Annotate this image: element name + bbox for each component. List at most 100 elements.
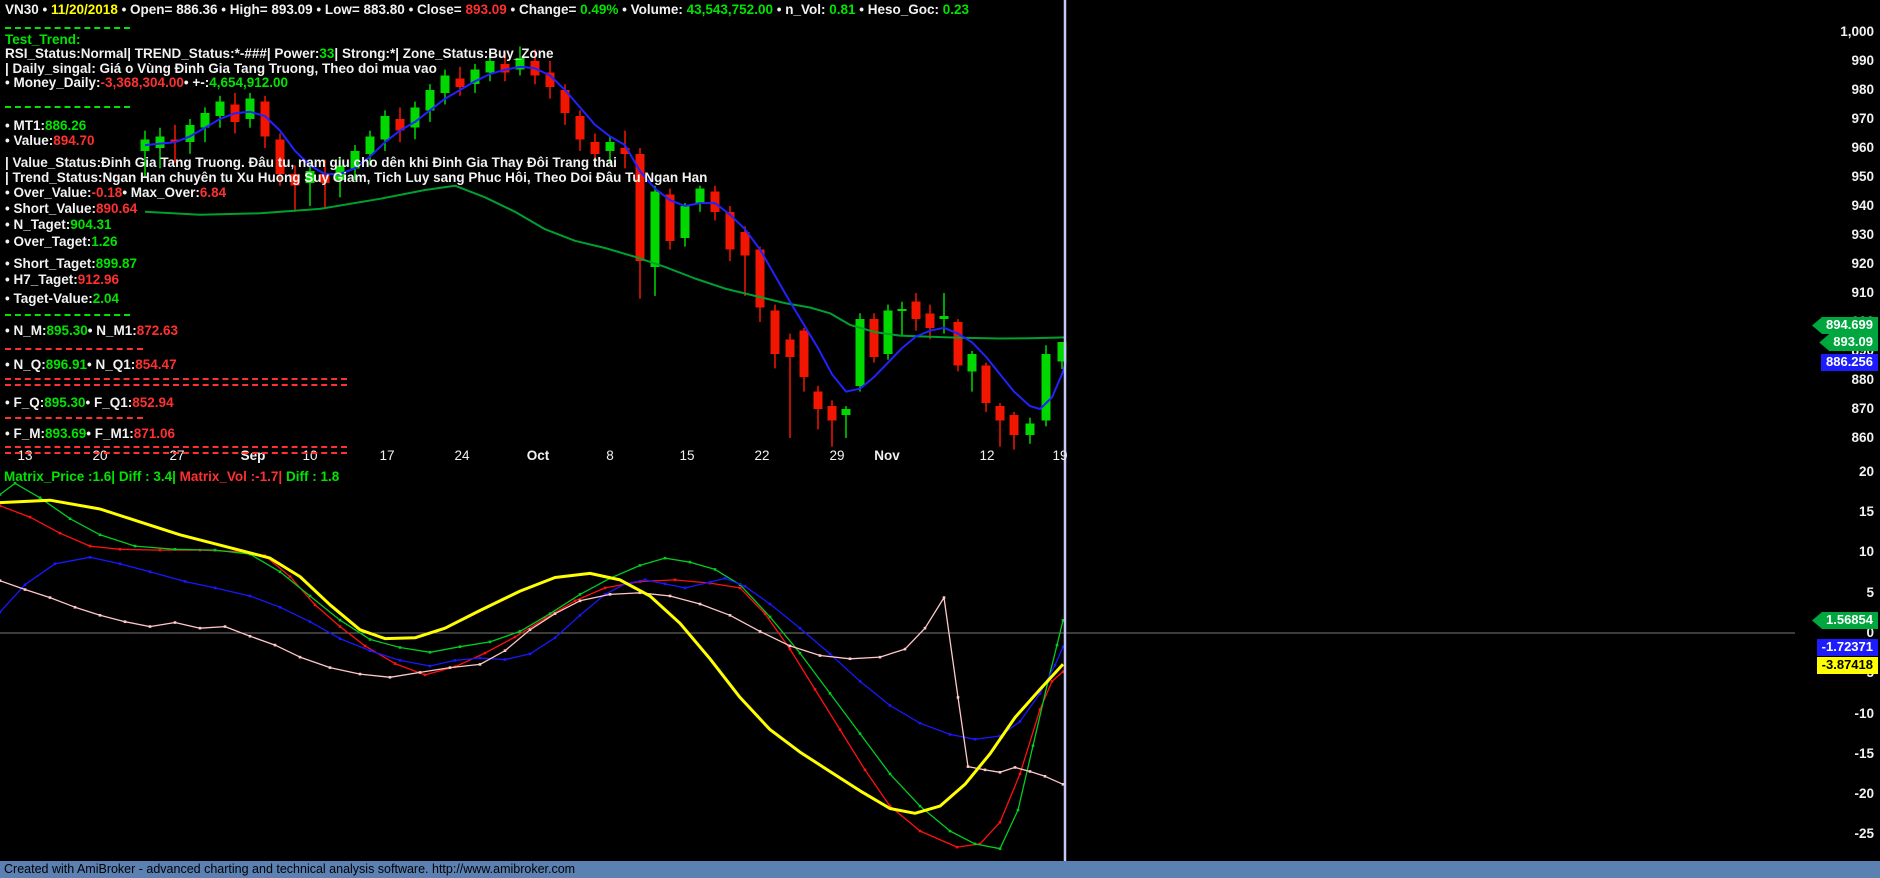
oscillator-dot-green [339, 619, 342, 622]
candle-body [576, 116, 585, 139]
date-axis-label: 19 [1052, 448, 1067, 463]
candle-body [828, 406, 837, 421]
indicator-text-segment: Test_Trend: [5, 32, 81, 47]
ohlc-header-segment: • Volume: [618, 2, 686, 17]
ohlc-header-segment: 11/20/2018 [51, 2, 118, 17]
oscillator-line-green [0, 483, 1063, 848]
indicator-text-segment: -0.18 [92, 185, 123, 200]
oscillator-dot-pink [1014, 766, 1017, 769]
date-axis-label: Oct [527, 448, 550, 463]
oscillator-axis-tick-label: 15 [1859, 504, 1874, 519]
oscillator-dot-blue [119, 562, 122, 565]
indicator-text-line: • Over_Taget:1.26 [5, 234, 118, 249]
indicator-text-line: • Short_Taget:899.87 [5, 256, 137, 271]
oscillator-dot-blue [339, 637, 342, 640]
ohlc-header-segment: 0.49% [580, 2, 618, 17]
oscillator-dot-green [429, 651, 432, 654]
price-axis-tick-label: 870 [1851, 401, 1874, 416]
ohlc-header-segment: • Heso_Goc: [855, 2, 942, 17]
oscillator-dot-pink [24, 588, 27, 591]
indicator-text-segment: 33 [319, 46, 334, 61]
candle-body [912, 302, 921, 319]
oscillator-dot-red [514, 636, 517, 639]
oscillator-dot-blue [504, 658, 507, 661]
separator-dashed-line [5, 106, 130, 108]
oscillator-dot-blue [684, 587, 687, 590]
indicator-text-segment: • N_Q1: [87, 357, 135, 372]
oscillator-dot-pink [99, 614, 102, 617]
oscillator-dot-pink [299, 656, 302, 659]
candle-body [216, 102, 225, 117]
indicator-text-segment: 893.69 [45, 426, 86, 441]
oscillator-dot-pink [984, 769, 987, 772]
oscillator-dot-blue [0, 611, 1, 614]
price-axis-tick-label: 930 [1851, 227, 1874, 242]
oscillator-dot-pink [609, 593, 612, 596]
oscillator-dot-green [714, 568, 717, 571]
matrix-segment: Diff : 1.8 [282, 469, 339, 484]
indicator-text-segment: • Over_Taget: [5, 234, 91, 249]
candle-body [771, 310, 780, 354]
oscillator-dot-green [39, 496, 42, 499]
indicator-text-segment: 1.26 [91, 234, 117, 249]
indicator-text-segment: • Value: [5, 133, 53, 148]
price-chart-canvas[interactable] [0, 0, 1880, 878]
oscillator-dot-blue [644, 579, 647, 582]
oscillator-dot-pink [124, 620, 127, 623]
ohlc-header-segment: 43,543,752.00 [687, 2, 773, 17]
oscillator-dot-green [829, 692, 832, 695]
oscillator-dot-blue [919, 722, 922, 725]
separator-dashed-line [5, 27, 130, 29]
separator-dashed-line [5, 348, 143, 350]
date-axis-label: 24 [454, 448, 469, 463]
oscillator-dot-pink [669, 595, 672, 598]
price-axis-tick-label: 970 [1851, 111, 1874, 126]
oscillator-dot-pink [529, 628, 532, 631]
oscillator-dot-pink [789, 645, 792, 648]
oscillator-dot-blue [799, 627, 802, 630]
oscillator-dot-red [1019, 773, 1022, 776]
oscillator-dot-red [1051, 680, 1054, 683]
oscillator-dot-pink [759, 630, 762, 633]
price-axis-tick-label: 990 [1851, 53, 1874, 68]
indicator-text-segment: 899.87 [96, 256, 137, 271]
indicator-text-line: • MT1:886.26 [5, 118, 86, 133]
indicator-text-line: • Short_Value:890.64 [5, 201, 137, 216]
oscillator-axis-tick-label: 5 [1866, 585, 1874, 600]
oscillator-dot-green [889, 773, 892, 776]
indicator-text-segment: 6.84 [200, 185, 226, 200]
oscillator-dot-green [949, 830, 952, 833]
indicator-text-segment: 2.04 [93, 291, 119, 306]
indicator-text-segment: • F_M: [5, 426, 45, 441]
oscillator-dot-red [574, 600, 577, 603]
oscillator-dot-pink [249, 635, 252, 638]
indicator-text-line: • F_Q:895.30• F_Q1:852.94 [5, 395, 174, 410]
indicator-text-segment: • N_Taget: [5, 217, 70, 232]
oscillator-dot-green [0, 493, 1, 496]
oscillator-axis-tick-label: -25 [1854, 826, 1874, 841]
candle-body [1042, 354, 1051, 421]
oscillator-dot-green [859, 732, 862, 735]
candle-body [814, 392, 823, 409]
ohlc-header-segment: 0.23 [943, 2, 969, 17]
oscillator-dot-red [29, 516, 32, 519]
indicator-text-segment: • Taget-Value: [5, 291, 93, 306]
indicator-text-line: • Over_Value:-0.18• Max_Over:6.84 [5, 185, 226, 200]
indicator-text-segment: 4,654,912.00 [209, 75, 288, 90]
oscillator-dot-blue [369, 649, 372, 652]
oscillator-dot-red [789, 648, 792, 651]
oscillator-dot-red [674, 579, 677, 582]
indicator-text-line: | Trend_Status:Ngan Han chuyên tu Xu Huo… [5, 170, 707, 185]
ohlc-header: VN30 • 11/20/2018 • Open= 886.36 • High=… [5, 2, 969, 17]
oscillator-dot-pink [389, 676, 392, 679]
oscillator-dot-pink [149, 625, 152, 628]
oscillator-dot-green [1032, 744, 1035, 747]
oscillator-dot-blue [974, 738, 977, 741]
oscillator-dot-pink [849, 657, 852, 660]
candle-body [366, 136, 375, 153]
oscillator-dot-green [369, 638, 372, 641]
oscillator-dot-pink [1044, 775, 1047, 778]
separator-double-line [5, 378, 347, 386]
oscillator-axis-tick-label: -20 [1854, 786, 1874, 801]
candle-body [954, 322, 963, 366]
